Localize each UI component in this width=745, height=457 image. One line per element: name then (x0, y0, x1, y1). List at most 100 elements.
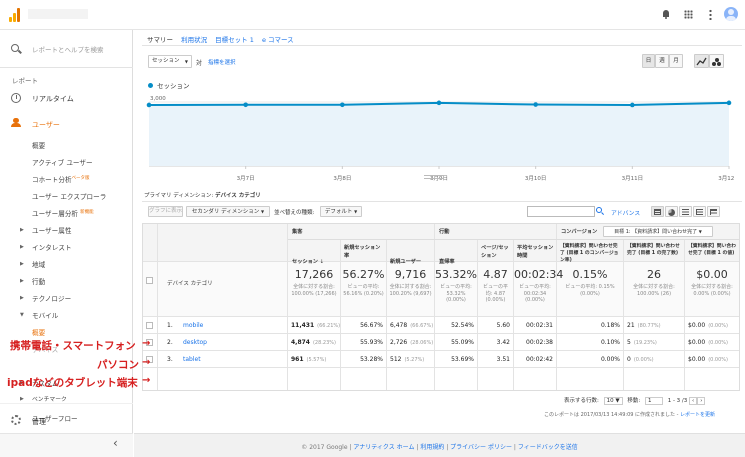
line-chart-button[interactable] (694, 54, 709, 68)
week-button[interactable]: 週 (655, 54, 669, 68)
table-row[interactable]: 2. desktop 4,874 (28.23%) 55.93% 2,726 (28.06%… (143, 335, 739, 351)
table-view-button[interactable] (651, 206, 664, 217)
total-sessions-sub: 全体に対する割合: 100.00% (17,266) (291, 284, 337, 297)
sidebar: レポートとヘルプを検索 レポート リアルタイム ユーザー 概要 アクティブ ユー… (0, 30, 133, 457)
x-tick-label: 3月10日 (525, 175, 547, 182)
page-range: 1 - 3 /3 (667, 398, 688, 404)
total-new-session-rate: 56.27% (342, 268, 385, 281)
prev-page-button[interactable]: ‹ (689, 397, 698, 405)
data-point (146, 102, 152, 108)
sort-type-label: 並べ替えの種類: (274, 210, 315, 216)
table-search-input[interactable] (527, 206, 595, 217)
sort-type-select[interactable]: デフォルト ▼ (320, 206, 362, 217)
header-sessions[interactable]: セッション ↓ (292, 258, 324, 266)
tab-summary[interactable]: サマリー (147, 36, 173, 44)
goto-page-input[interactable]: 1 (644, 397, 663, 405)
day-button[interactable]: 日 (642, 54, 655, 68)
cell-name[interactable]: desktop (183, 339, 207, 346)
bell-icon[interactable] (662, 10, 670, 19)
gear-icon (11, 415, 21, 425)
sidebar-item-user-analysis[interactable]: ユーザー層分析 新機能 (32, 208, 94, 218)
next-page-button[interactable]: › (697, 397, 706, 405)
footer-link-home[interactable]: アナリティクス ホーム (353, 444, 414, 451)
y-tick-label: 3,000 (150, 96, 166, 102)
bar-view-button[interactable] (679, 206, 692, 217)
table-row[interactable]: 3. tablet 961 (5.57%) 53.28% 512 (5.27%) 53.69%… (143, 352, 739, 368)
tab-ecommerce[interactable]: e コマース (262, 36, 294, 44)
header-goal-completions[interactable]: 【資料請求】問い合わせ完了 (目標 1 の完了数) (627, 243, 681, 257)
pivot-view-button[interactable] (707, 206, 720, 217)
motion-chart-button[interactable] (709, 54, 724, 68)
secondary-dimension-select[interactable]: セカンダリ ディメンション ▼ (186, 206, 270, 217)
analytics-logo-icon[interactable] (9, 8, 21, 22)
report-tabs: サマリー 利用状況 目標セット 1 e コマース (147, 34, 294, 44)
cell-comp: 21 (80.77%) (627, 322, 661, 329)
header-goal-conv-rate[interactable]: 【資料請求】問い合わせ完了 (目標 1 のコンバージョン率) (560, 243, 620, 264)
header-new-users[interactable]: 新規ユーザー (390, 258, 421, 266)
month-button[interactable]: 月 (669, 54, 683, 68)
sidebar-group-geo[interactable]: 地域 (32, 259, 45, 269)
goal-select[interactable]: 目標 1: 【資料請求】問い合わせ完了 ▼ (603, 226, 713, 237)
chevron-down-icon: ▼ (354, 209, 358, 214)
help-more-icon[interactable] (709, 9, 712, 20)
tab-goalset1[interactable]: 目標セット 1 (215, 36, 254, 44)
sidebar-item-user-explorer[interactable]: ユーザー エクスプローラ (32, 191, 106, 201)
footer-link-privacy[interactable]: プライバシー ポリシー (450, 444, 512, 451)
sidebar-item-active-users[interactable]: アクティブ ユーザー (32, 157, 93, 167)
pie-icon (668, 208, 675, 216)
header-pages-per-session[interactable]: ページ/セッション (481, 244, 511, 260)
compare-view-button[interactable] (693, 206, 706, 217)
header-new-session-rate[interactable]: 新規セッション率 (344, 244, 384, 260)
compare-icon (696, 209, 703, 215)
total-new-users-sub: 全体に対する割合: 100.20% (9,697) (389, 284, 432, 297)
search-input[interactable]: レポートとヘルプを検索 (32, 44, 104, 54)
sidebar-item-cohort[interactable]: コホート分析ベータ版 (32, 174, 90, 184)
cell-name[interactable]: tablet (183, 356, 201, 363)
sidebar-group-mobile[interactable]: モバイル (32, 310, 58, 320)
apps-grid-icon[interactable] (684, 10, 693, 19)
sidebar-group-demographics[interactable]: ユーザー属性 (32, 225, 71, 235)
tab-usage[interactable]: 利用状況 (181, 36, 207, 44)
metric-select[interactable]: セッション ▼ (148, 55, 192, 68)
footer-link-feedback[interactable]: フィードバックを送信 (518, 444, 578, 451)
row-checkbox[interactable] (146, 322, 153, 329)
cell-dur: 00:02:42 (526, 356, 553, 363)
sidebar-group-technology[interactable]: テクノロジー (32, 293, 71, 303)
report-created-note: このレポートは 2017/03/13 14:49:09 に作成されました - レ… (544, 412, 716, 418)
sidebar-group-interests[interactable]: インタレスト (32, 242, 72, 252)
refresh-report-link[interactable]: レポートを更新 (680, 412, 715, 418)
plot-rows-button[interactable]: グラフに表示 (148, 206, 183, 217)
cell-pps: 3.42 (496, 339, 510, 346)
search-icon[interactable] (596, 207, 605, 216)
sidebar-item-mobile-overview[interactable]: 概要 (32, 327, 45, 337)
footer-link-terms[interactable]: 利用規約 (420, 444, 444, 451)
advanced-filter-link[interactable]: アドバンス (611, 208, 640, 217)
total-avg-duration: 00:02:34 (514, 268, 564, 281)
cell-val: $0.00 (0.00%) (688, 339, 728, 346)
sidebar-group-benchmark[interactable]: ベンチマーク (32, 394, 67, 403)
dimension-header[interactable]: デバイス カテゴリ (167, 280, 213, 288)
table-row[interactable]: 1. mobile 11,431 (66.21%) 56.67% 6,478 (66.67%… (143, 318, 739, 334)
cell-newusers: 2,726 (28.06%) (390, 339, 434, 346)
header-goal-value[interactable]: 【資料請求】問い合わせ完了 (目標 1 の値) (688, 243, 738, 257)
total-new-users: 9,716 (394, 268, 427, 281)
chart-resize-handle[interactable] (424, 175, 444, 179)
cell-sessions: 11,431 (66.21%) (291, 322, 341, 329)
cell-idx: 2. (167, 339, 173, 346)
pie-view-button[interactable] (665, 206, 678, 217)
sidebar-item-overview[interactable]: 概要 (32, 140, 45, 150)
cell-name[interactable]: mobile (183, 322, 203, 329)
total-goal-conv-rate: 0.15% (572, 268, 608, 281)
sessions-chart[interactable]: 3,0001,5003月7日3月8日3月9日3月10日3月11日3月12日 (144, 94, 734, 184)
header-avg-duration[interactable]: 平均セッション時間 (517, 244, 555, 260)
total-bounce-rate: 53.32% (435, 268, 477, 281)
select-all-checkbox[interactable] (146, 277, 153, 284)
sidebar-group-behavior[interactable]: 行動 (32, 276, 45, 286)
select-metric-link[interactable]: 指標を選択 (208, 58, 236, 66)
avatar[interactable] (724, 7, 738, 21)
collapse-sidebar-button[interactable]: ‹ (0, 433, 133, 457)
header-bounce-rate[interactable]: 直帰率 (439, 258, 455, 266)
account-selector[interactable] (28, 9, 88, 19)
rows-per-page-select[interactable]: 10 ▼ (603, 397, 623, 405)
total-sessions: 17,266 (294, 268, 334, 281)
